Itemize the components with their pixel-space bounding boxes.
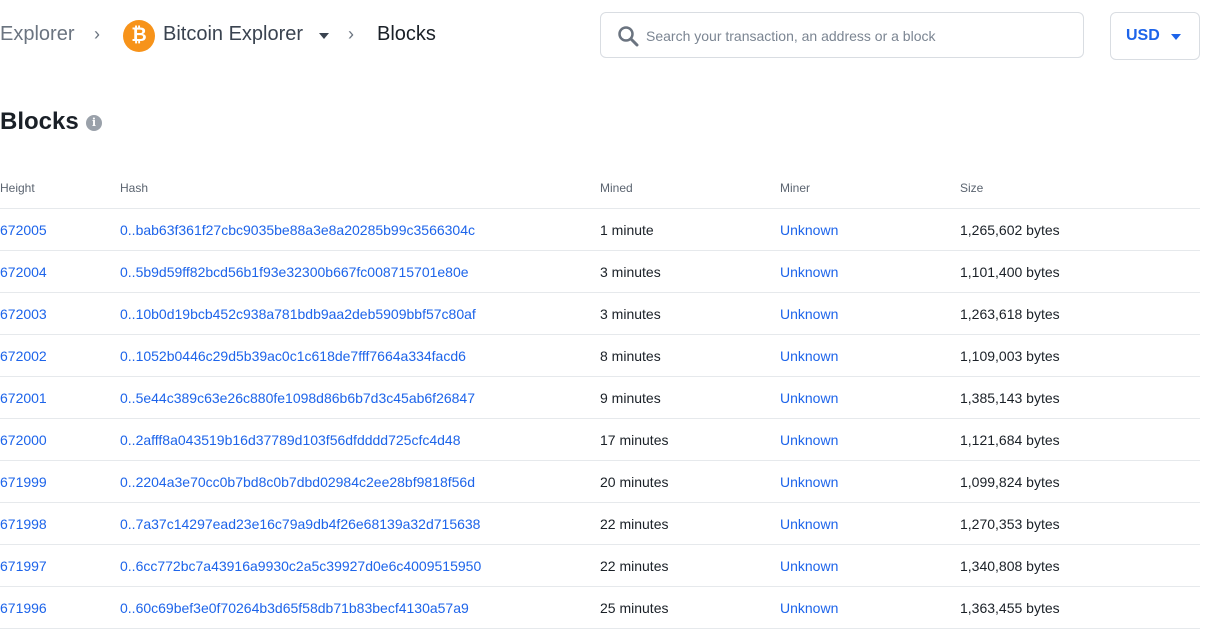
block-hash-link[interactable]: 0..60c69bef3e0f70264b3d65f58db71b83becf4… — [120, 600, 469, 616]
block-size: 1,270,353 bytes — [960, 516, 1060, 532]
column-header-size: Size — [960, 181, 984, 195]
blocks-table: Height Hash Mined Miner Size 672005 0..ba… — [0, 166, 1200, 629]
mined-time: 22 minutes — [600, 516, 669, 532]
mined-time: 25 minutes — [600, 600, 669, 616]
chevron-down-icon — [1171, 34, 1181, 40]
miner-link[interactable]: Unknown — [780, 474, 838, 490]
miner-link[interactable]: Unknown — [780, 558, 838, 574]
table-row: 671997 0..6cc772bc7a43916a9930c2a5c39927d… — [0, 545, 1200, 587]
mined-time: 20 minutes — [600, 474, 669, 490]
mined-time: 3 minutes — [600, 264, 661, 280]
mined-time: 3 minutes — [600, 306, 661, 322]
block-hash-link[interactable]: 0..5b9d59ff82bcd56b1f93e32300b667fc00871… — [120, 264, 469, 280]
column-header-miner: Miner — [780, 181, 811, 195]
bitcoin-icon: ₿ — [123, 20, 155, 52]
page-title: Blocks — [0, 108, 79, 135]
miner-link[interactable]: Unknown — [780, 264, 838, 280]
mined-time: 1 minute — [600, 222, 654, 238]
search-input[interactable] — [646, 25, 1066, 47]
block-size: 1,109,003 bytes — [960, 348, 1060, 364]
block-size: 1,385,143 bytes — [960, 390, 1060, 406]
block-size: 1,101,400 bytes — [960, 264, 1060, 280]
table-header: Height Hash Mined Miner Size — [0, 166, 1200, 209]
miner-link[interactable]: Unknown — [780, 306, 838, 322]
table-body: 672005 0..bab63f361f27cbc9035be88a3e8a202… — [0, 209, 1200, 629]
block-size: 1,265,602 bytes — [960, 222, 1060, 238]
block-hash-link[interactable]: 0..2204a3e70cc0b7bd8c0b7dbd02984c2ee28bf… — [120, 474, 475, 490]
mined-time: 17 minutes — [600, 432, 669, 448]
mined-time: 22 minutes — [600, 558, 669, 574]
block-height-link[interactable]: 671997 — [0, 558, 47, 574]
table-row: 672004 0..5b9d59ff82bcd56b1f93e32300b667f… — [0, 251, 1200, 293]
miner-link[interactable]: Unknown — [780, 432, 838, 448]
table-row: 671996 0..60c69bef3e0f70264b3d65f58db71b8… — [0, 587, 1200, 629]
block-height-link[interactable]: 671999 — [0, 474, 47, 490]
bitcoin-glyph: ₿ — [131, 25, 147, 46]
table-row: 672000 0..2afff8a043519b16d37789d103f56df… — [0, 419, 1200, 461]
search-box[interactable] — [600, 12, 1084, 58]
block-size: 1,099,824 bytes — [960, 474, 1060, 490]
block-hash-link[interactable]: 0..2afff8a043519b16d37789d103f56dfdddd72… — [120, 432, 460, 448]
miner-link[interactable]: Unknown — [780, 390, 838, 406]
block-hash-link[interactable]: 0..10b0d19bcb452c938a781bdb9aa2deb5909bb… — [120, 306, 476, 322]
table-row: 672001 0..5e44c389c63e26c880fe1098d86b6b7… — [0, 377, 1200, 419]
block-size: 1,363,455 bytes — [960, 600, 1060, 616]
mined-time: 9 minutes — [600, 390, 661, 406]
block-height-link[interactable]: 671996 — [0, 600, 47, 616]
table-row: 672002 0..1052b0446c29d5b39ac0c1c618de7ff… — [0, 335, 1200, 377]
network-selector[interactable]: Bitcoin Explorer — [163, 23, 303, 46]
breadcrumb-separator: › — [348, 24, 354, 44]
block-height-link[interactable]: 672001 — [0, 390, 47, 406]
table-row: 671998 0..7a37c14297ead23e16c79a9db4f26e6… — [0, 503, 1200, 545]
block-hash-link[interactable]: 0..6cc772bc7a43916a9930c2a5c39927d0e6c40… — [120, 558, 481, 574]
block-hash-link[interactable]: 0..5e44c389c63e26c880fe1098d86b6b7d3c45a… — [120, 390, 475, 406]
search-icon — [618, 26, 639, 47]
block-height-link[interactable]: 672002 — [0, 348, 47, 364]
block-hash-link[interactable]: 0..7a37c14297ead23e16c79a9db4f26e68139a3… — [120, 516, 480, 532]
table-row: 672003 0..10b0d19bcb452c938a781bdb9aa2deb… — [0, 293, 1200, 335]
block-size: 1,340,808 bytes — [960, 558, 1060, 574]
block-height-link[interactable]: 672000 — [0, 432, 47, 448]
miner-link[interactable]: Unknown — [780, 600, 838, 616]
block-height-link[interactable]: 672004 — [0, 264, 47, 280]
breadcrumb-current: Blocks — [377, 23, 436, 45]
chevron-down-icon[interactable] — [319, 33, 329, 39]
miner-link[interactable]: Unknown — [780, 516, 838, 532]
block-size: 1,263,618 bytes — [960, 306, 1060, 322]
block-hash-link[interactable]: 0..bab63f361f27cbc9035be88a3e8a20285b99c… — [120, 222, 475, 238]
block-size: 1,121,684 bytes — [960, 432, 1060, 448]
miner-link[interactable]: Unknown — [780, 222, 838, 238]
block-height-link[interactable]: 672005 — [0, 222, 47, 238]
breadcrumb-separator: › — [94, 24, 100, 44]
block-height-link[interactable]: 671998 — [0, 516, 47, 532]
table-row: 672005 0..bab63f361f27cbc9035be88a3e8a202… — [0, 209, 1200, 251]
miner-link[interactable]: Unknown — [780, 348, 838, 364]
breadcrumb-explorer-link[interactable]: Explorer — [0, 23, 74, 46]
info-icon[interactable]: i — [86, 115, 102, 131]
block-hash-link[interactable]: 0..1052b0446c29d5b39ac0c1c618de7fff7664a… — [120, 348, 466, 364]
mined-time: 8 minutes — [600, 348, 661, 364]
top-bar: Explorer › ₿ Bitcoin Explorer › Blocks U… — [0, 12, 1211, 60]
currency-selector[interactable]: USD — [1110, 12, 1200, 60]
column-header-height: Height — [0, 181, 35, 195]
table-row: 671999 0..2204a3e70cc0b7bd8c0b7dbd02984c2… — [0, 461, 1200, 503]
block-height-link[interactable]: 672003 — [0, 306, 47, 322]
column-header-hash: Hash — [120, 181, 149, 195]
column-header-mined: Mined — [600, 181, 633, 195]
currency-label: USD — [1126, 27, 1160, 44]
